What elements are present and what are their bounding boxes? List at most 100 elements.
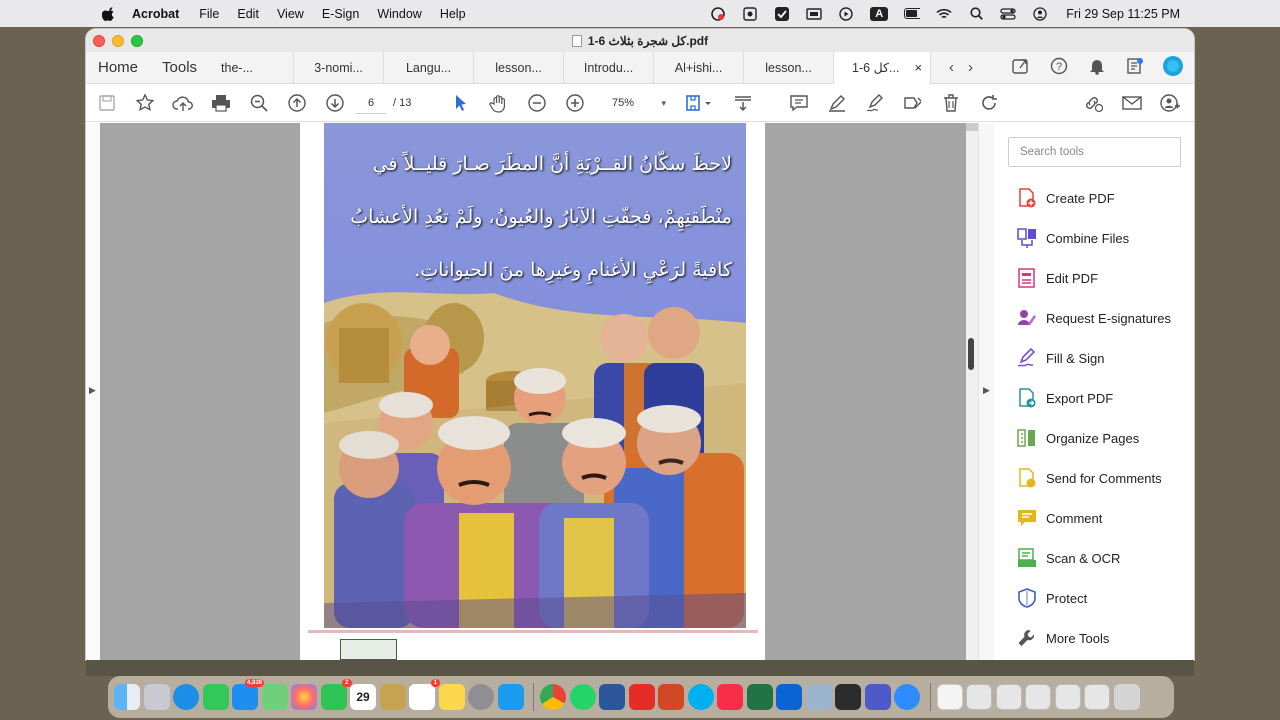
screen-recorder-icon[interactable] <box>835 684 861 710</box>
chrome-icon[interactable] <box>540 684 566 710</box>
reminders-icon[interactable]: 1 <box>409 679 440 710</box>
help-icon[interactable]: ? <box>1048 55 1070 77</box>
recent-window-icon[interactable] <box>1084 684 1110 710</box>
document-tab[interactable]: the-... <box>221 52 293 84</box>
display-icon[interactable] <box>806 7 822 21</box>
edit-text-icon[interactable] <box>902 92 924 114</box>
share-link-icon[interactable] <box>1082 92 1104 114</box>
share-icon[interactable] <box>1010 55 1032 77</box>
system-settings-icon[interactable] <box>468 684 494 710</box>
zoom-in-icon[interactable] <box>564 92 586 114</box>
print-icon[interactable] <box>210 92 232 114</box>
recent-window-icon[interactable] <box>1054 684 1081 710</box>
tool-protect[interactable]: Protect <box>1016 586 1087 610</box>
safari-icon[interactable] <box>173 684 199 710</box>
next-page-icon[interactable] <box>324 92 346 114</box>
minimize-window-button[interactable] <box>112 35 124 47</box>
zoom-out-icon[interactable] <box>526 92 548 114</box>
tools-tab[interactable]: Tools <box>162 59 197 76</box>
control-center-icon[interactable] <box>1000 7 1016 21</box>
scrollbar-thumb[interactable] <box>968 338 974 370</box>
recent-window-icon[interactable] <box>995 684 1022 710</box>
collapse-right-icon[interactable]: ▶ <box>983 385 990 396</box>
menu-window[interactable]: Window <box>377 7 421 21</box>
left-pane-toggle[interactable]: ▶ <box>86 123 100 660</box>
acrobat-icon[interactable] <box>628 684 655 710</box>
tool-edit-pdf[interactable]: Edit PDF <box>1016 266 1098 290</box>
tool-scan-ocr[interactable]: Scan & OCR <box>1016 546 1120 570</box>
scroll-mode-icon[interactable] <box>732 92 754 114</box>
calendar-icon[interactable]: 29 <box>350 684 376 710</box>
close-window-button[interactable] <box>93 35 105 47</box>
vertical-scrollbar[interactable] <box>966 123 978 660</box>
zoom-window-button[interactable] <box>131 35 143 47</box>
menu-esign[interactable]: E-Sign <box>322 7 360 21</box>
document-tab[interactable]: Introdu... <box>563 51 653 84</box>
close-tab-icon[interactable]: × <box>914 60 922 75</box>
maps-icon[interactable] <box>261 684 288 710</box>
save-icon[interactable] <box>96 92 118 114</box>
finder-icon[interactable] <box>114 684 140 710</box>
menubar-clock[interactable]: Fri 29 Sep 11:25 PM <box>1066 7 1180 21</box>
add-comment-icon[interactable] <box>788 92 810 114</box>
menu-file[interactable]: File <box>199 7 219 21</box>
tab-next-icon[interactable]: › <box>968 59 973 76</box>
app-store-icon[interactable] <box>497 684 524 710</box>
select-cursor-icon[interactable] <box>450 92 472 114</box>
tool-request-esignatures[interactable]: Request E-signatures <box>1016 306 1171 330</box>
expand-left-icon[interactable]: ▶ <box>89 385 96 396</box>
sign-icon[interactable] <box>864 92 886 114</box>
app-menu[interactable]: Acrobat <box>132 7 179 21</box>
recent-window-icon[interactable] <box>1025 684 1051 710</box>
messages-icon[interactable] <box>202 684 229 710</box>
tool-organize-pages[interactable]: Organize Pages <box>1016 426 1139 450</box>
notifications-bell-icon[interactable] <box>1086 55 1108 77</box>
tool-create-pdf[interactable]: Create PDF <box>1016 186 1115 210</box>
bookmark-star-icon[interactable] <box>134 92 156 114</box>
active-document-tab[interactable]: 1-6 كل... × <box>833 51 932 84</box>
zoom-search-icon[interactable] <box>248 92 270 114</box>
tool-fill-sign[interactable]: Fill & Sign <box>1016 346 1105 370</box>
checkbox-icon[interactable] <box>774 6 790 21</box>
tool-export-pdf[interactable]: Export PDF <box>1016 386 1113 410</box>
menu-help[interactable]: Help <box>440 7 466 21</box>
user-icon[interactable] <box>1032 6 1048 21</box>
email-icon[interactable] <box>1121 92 1143 114</box>
tab-prev-icon[interactable]: ‹ <box>949 59 954 76</box>
apple-icon[interactable] <box>102 6 116 21</box>
input-source-icon[interactable]: A <box>870 6 889 21</box>
document-view[interactable]: لاحظَ سكّانُ القــرْيَةِ أنَّ المطَرَ صـ… <box>100 123 966 660</box>
mail-icon[interactable]: 4,838 <box>232 679 264 710</box>
highlight-pen-icon[interactable] <box>826 92 848 114</box>
play-icon[interactable] <box>838 6 854 21</box>
skype-icon[interactable] <box>687 684 714 710</box>
tool-comment[interactable]: Comment <box>1016 506 1102 530</box>
document-tab[interactable]: Langu... <box>383 51 473 84</box>
page-fit-icon[interactable] <box>684 92 714 114</box>
menu-edit[interactable]: Edit <box>237 7 259 21</box>
right-pane-toggle[interactable]: ▶ <box>978 123 994 660</box>
tool-send-for-comments[interactable]: Send for Comments <box>1016 466 1162 490</box>
music-icon[interactable] <box>717 684 743 710</box>
spotlight-search-icon[interactable] <box>968 7 984 21</box>
home-tab[interactable]: Home <box>98 59 138 76</box>
excel-icon[interactable] <box>746 684 773 710</box>
document-file-icon[interactable] <box>936 684 963 710</box>
wifi-icon[interactable] <box>936 7 952 21</box>
zoom-app-icon[interactable] <box>894 684 920 710</box>
word-icon[interactable] <box>599 684 625 710</box>
document-tab[interactable]: Al+ishi... <box>653 51 743 84</box>
trash-icon[interactable] <box>1113 684 1140 710</box>
hand-tool-icon[interactable] <box>488 92 510 114</box>
page-number-input[interactable]: 6 <box>356 92 386 114</box>
tool-more-tools[interactable]: More Tools <box>1016 626 1109 650</box>
add-person-icon[interactable] <box>1159 92 1181 114</box>
outlook-icon[interactable] <box>776 684 802 710</box>
launchpad-icon[interactable] <box>143 684 170 710</box>
notes-app-icon[interactable] <box>379 684 406 710</box>
powerpoint-icon[interactable] <box>658 684 684 710</box>
profile-avatar-icon[interactable] <box>1162 55 1184 77</box>
creative-cloud-icon[interactable] <box>710 6 726 21</box>
menu-view[interactable]: View <box>277 7 304 21</box>
cloud-documents-icon[interactable] <box>1124 55 1146 77</box>
